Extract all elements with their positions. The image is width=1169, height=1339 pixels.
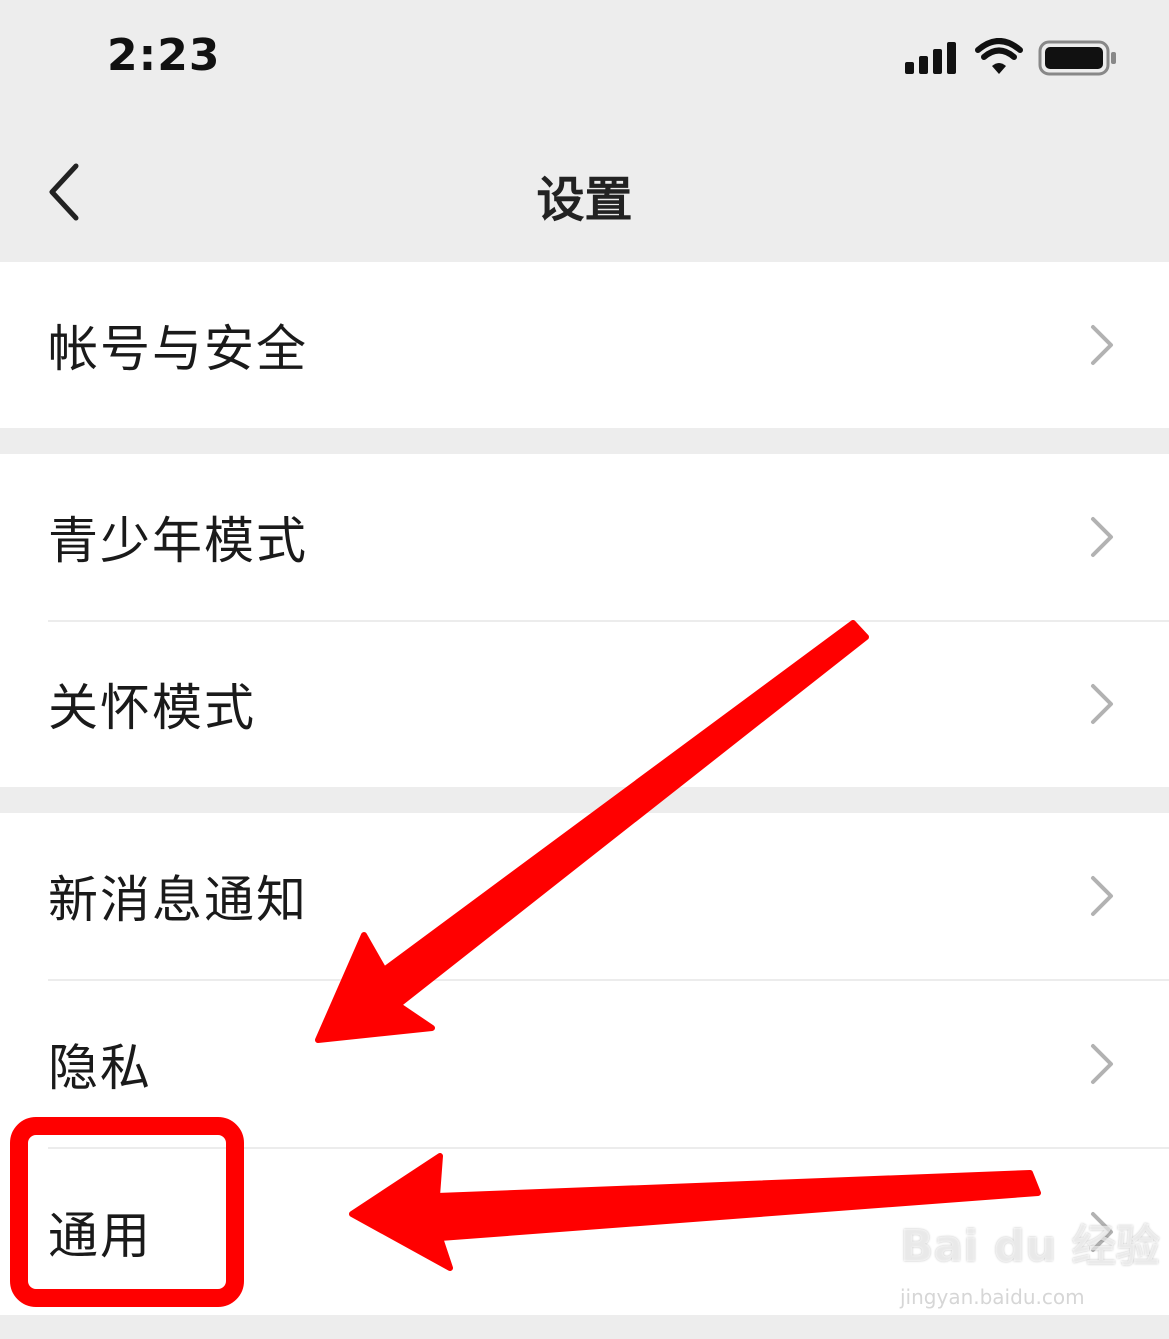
watermark-logo: Bai du 经验 <box>900 1221 1160 1272</box>
highlight-box <box>10 1117 244 1307</box>
watermark-url: jingyan.baidu.com <box>900 1285 1085 1309</box>
arrow-to-privacy <box>315 620 869 1043</box>
